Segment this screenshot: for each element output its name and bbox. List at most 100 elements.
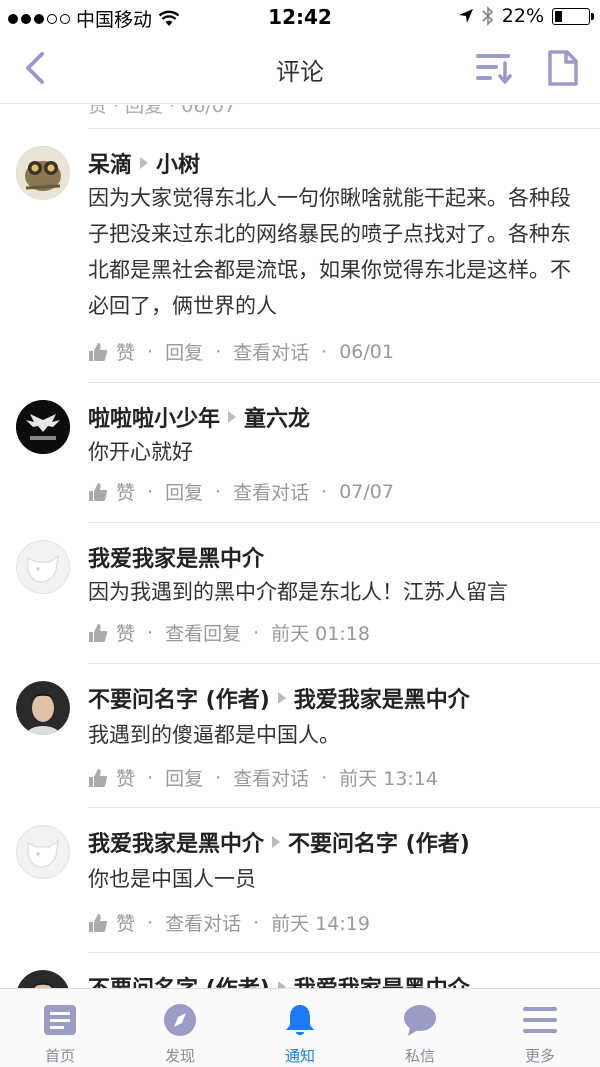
author-name[interactable]: 不要问名字 (作者) (88, 682, 270, 714)
battery-percent: 22% (501, 5, 544, 27)
view-replies-button[interactable]: 查看回复 (165, 619, 241, 646)
divider (88, 952, 600, 953)
avatar[interactable] (16, 146, 70, 200)
tab-discover[interactable]: 发现 (120, 989, 240, 1067)
reply-button[interactable]: 回复 (165, 764, 203, 791)
author-name[interactable]: 不要问名字 (作者) (88, 971, 270, 988)
like-button[interactable]: 赞 (116, 478, 135, 505)
author-name[interactable]: 呆滴 (88, 147, 132, 179)
divider (88, 382, 600, 383)
reply-arrow-icon (272, 836, 281, 848)
comment-time: 前天 13:14 (339, 768, 438, 790)
partial-comment-meta: 赞 · 回复 · 06/07 (88, 105, 236, 117)
home-icon (44, 1005, 76, 1035)
reply-to-name[interactable]: 我爱我家是黑中介 (294, 971, 470, 988)
comment-header: 我爱我家是黑中介 (88, 541, 264, 573)
comment-actions: 赞 · 回复 · 查看对话 · 06/01 (88, 338, 394, 365)
menu-icon (523, 1007, 557, 1033)
reply-button[interactable]: 回复 (165, 338, 203, 365)
divider (88, 128, 600, 129)
author-name[interactable]: 我爱我家是黑中介 (88, 826, 264, 858)
comment-header: 啦啦啦小少年 童六龙 (88, 401, 310, 433)
reply-to-name[interactable]: 小树 (156, 147, 200, 179)
tab-label: 更多 (524, 1047, 555, 1065)
document-icon[interactable] (546, 48, 580, 88)
like-button[interactable]: 赞 (116, 909, 135, 936)
avatar[interactable] (16, 400, 70, 454)
like-button[interactable]: 赞 (116, 764, 135, 791)
reply-arrow-icon (228, 411, 237, 423)
comment-header: 不要问名字 (作者) 我爱我家是黑中介 (88, 682, 470, 714)
like-button[interactable]: 赞 (116, 619, 135, 646)
thumbs-up-icon[interactable] (88, 768, 108, 788)
person-photo-icon (16, 681, 70, 735)
reply-button[interactable]: 回复 (165, 478, 203, 505)
comment-actions: 赞 · 查看回复 · 前天 01:18 (88, 619, 370, 646)
avatar[interactable] (16, 970, 70, 988)
avatar[interactable] (16, 681, 70, 735)
location-arrow-icon (458, 9, 473, 23)
thumbs-up-icon[interactable] (88, 482, 108, 502)
wings-logo-icon (16, 400, 70, 454)
status-right: 22% (458, 5, 594, 27)
comment-actions: 赞 · 回复 · 查看对话 · 前天 13:14 (88, 764, 438, 791)
view-thread-button[interactable]: 查看对话 (165, 909, 241, 936)
author-name[interactable]: 我爱我家是黑中介 (88, 541, 264, 573)
reply-arrow-icon (277, 692, 286, 704)
owl-avatar-icon (16, 146, 70, 200)
chat-bubble-icon (404, 1005, 436, 1036)
comment-body: 因为大家觉得东北人一句你瞅啥就能干起来。各种段子把没来过东北的网络暴民的喷子点找… (88, 186, 571, 318)
default-avatar-icon (16, 825, 70, 879)
thumbs-up-icon[interactable] (88, 913, 108, 933)
divider (88, 663, 600, 664)
comment-body: 因为我遇到的黑中介都是东北人！江苏人留言 (88, 580, 508, 604)
comment-actions: 赞 · 回复 · 查看对话 · 07/07 (88, 478, 394, 505)
comment-body: 你开心就好 (88, 440, 193, 464)
compass-icon (164, 1004, 196, 1036)
view-thread-button[interactable]: 查看对话 (233, 764, 309, 791)
battery-icon (552, 7, 594, 25)
tab-label: 发现 (164, 1047, 195, 1065)
reply-arrow-icon (277, 981, 286, 988)
reply-to-name[interactable]: 我爱我家是黑中介 (294, 682, 470, 714)
comment-header: 我爱我家是黑中介 不要问名字 (作者) (88, 826, 470, 858)
tab-more[interactable]: 更多 (480, 989, 600, 1067)
like-button[interactable]: 赞 (116, 338, 135, 365)
comment-body: 你也是中国人一员 (88, 867, 256, 891)
navigation-bar: 评论 (0, 34, 600, 104)
tab-label: 私信 (404, 1047, 435, 1065)
default-avatar-icon (16, 540, 70, 594)
comment-list[interactable]: 赞 · 回复 · 06/07 呆滴 小树 因为大家觉得东北人一句你瞅啥就能干起来… (0, 105, 600, 988)
person-photo-icon (17, 970, 69, 988)
reply-to-name[interactable]: 不要问名字 (作者) (288, 826, 470, 858)
comment-time: 07/07 (339, 480, 394, 503)
divider (88, 522, 600, 523)
author-name[interactable]: 啦啦啦小少年 (88, 401, 220, 433)
thumbs-up-icon[interactable] (88, 342, 108, 362)
comment-header: 呆滴 小树 (88, 147, 200, 179)
view-thread-button[interactable]: 查看对话 (233, 478, 309, 505)
bell-icon (286, 1005, 314, 1035)
avatar[interactable] (16, 825, 70, 879)
avatar[interactable] (16, 540, 70, 594)
tab-label: 通知 (284, 1047, 315, 1065)
tab-bar: 首页 发现 通知 私信 更多 (0, 988, 600, 1067)
comment-actions: 赞 · 查看对话 · 前天 14:19 (88, 909, 370, 936)
view-thread-button[interactable]: 查看对话 (233, 338, 309, 365)
divider (88, 807, 600, 808)
status-bar: 中国移动 12:42 22% (0, 0, 600, 34)
comment-header: 不要问名字 (作者) 我爱我家是黑中介 (88, 971, 470, 988)
tab-messages[interactable]: 私信 (360, 989, 480, 1067)
thumbs-up-icon[interactable] (88, 623, 108, 643)
tab-label: 首页 (44, 1047, 75, 1065)
bluetooth-icon (482, 6, 493, 26)
reply-to-name[interactable]: 童六龙 (244, 401, 310, 433)
comment-time: 前天 01:18 (271, 623, 370, 645)
sort-icon[interactable] (474, 50, 514, 86)
tab-home[interactable]: 首页 (0, 989, 120, 1067)
reply-arrow-icon (140, 157, 149, 169)
tab-notifications[interactable]: 通知 (240, 989, 360, 1067)
comment-time: 前天 14:19 (271, 913, 370, 935)
comment-time: 06/01 (339, 340, 394, 363)
comment-body: 我遇到的傻逼都是中国人。 (88, 723, 340, 747)
